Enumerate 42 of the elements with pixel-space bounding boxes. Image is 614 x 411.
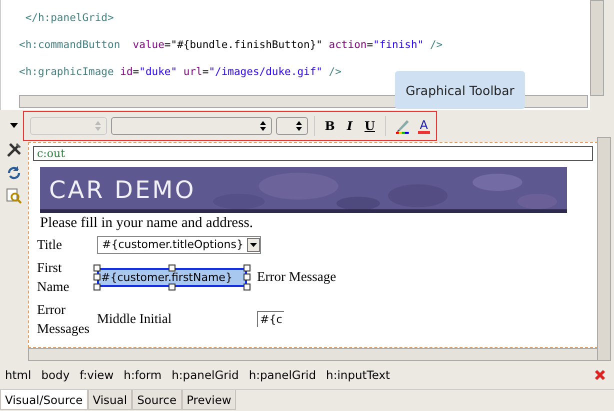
- text-input[interactable]: #{c: [257, 311, 284, 327]
- caret-icon[interactable]: [9, 123, 19, 129]
- bold-button[interactable]: B: [320, 119, 339, 133]
- horizontal-scrollbar[interactable]: [28, 348, 598, 361]
- field-label: Error Messages: [37, 301, 90, 338]
- vertical-scrollbar[interactable]: [597, 137, 611, 361]
- tab[interactable]: Preview: [182, 390, 236, 410]
- breadcrumb-item[interactable]: html: [5, 368, 32, 382]
- tools-icon[interactable]: [6, 142, 22, 158]
- breadcrumb-item[interactable]: h:inputText: [326, 368, 390, 382]
- title-select[interactable]: #{customer.titleOptions}: [97, 236, 262, 254]
- tab[interactable]: Visual/Source: [0, 390, 88, 410]
- banner-title: CAR DEMO: [48, 176, 196, 204]
- breadcrumb-item[interactable]: f:view: [80, 368, 114, 382]
- font-color-button[interactable]: A: [418, 118, 430, 134]
- breadcrumb-item[interactable]: h:panelGrid: [172, 368, 239, 382]
- tag-field[interactable]: c:out: [33, 146, 593, 161]
- tab[interactable]: Visual: [88, 390, 132, 410]
- breadcrumb-item[interactable]: body: [41, 368, 70, 382]
- tooltip: Graphical Toolbar: [395, 71, 525, 109]
- italic-button[interactable]: I: [342, 119, 357, 133]
- field-label: First Name: [37, 259, 70, 296]
- pen-icon[interactable]: [394, 118, 411, 134]
- code-line: <h:graphicImage id="duke" url="/images/duke.gif" />: [19, 65, 342, 80]
- intro-text: Please fill in your name and address.: [40, 215, 254, 232]
- field-label: Title: [37, 236, 64, 254]
- preview-icon[interactable]: [6, 188, 22, 204]
- breadcrumb-item[interactable]: h:panelGrid: [248, 368, 316, 382]
- resize-handle[interactable]: [168, 264, 176, 271]
- code-line: </h:panelGrid>: [24, 11, 114, 26]
- tab[interactable]: Source: [132, 390, 182, 410]
- error-message: Error Message: [257, 269, 336, 285]
- breadcrumb-item[interactable]: h:form: [124, 368, 162, 382]
- underline-button[interactable]: U: [360, 119, 379, 133]
- combo-box[interactable]: [276, 117, 308, 135]
- refresh-icon[interactable]: [6, 165, 22, 181]
- caret-icon[interactable]: [250, 242, 258, 246]
- field-label: Middle Initial: [97, 311, 172, 327]
- vertical-scrollbar[interactable]: [590, 0, 604, 96]
- close-icon[interactable]: [594, 369, 606, 381]
- code-line: <h:commandButton value="#{bundle.finishButton}" action="finish" />: [19, 38, 443, 53]
- text-input[interactable]: #{customer.firstName}: [97, 268, 247, 286]
